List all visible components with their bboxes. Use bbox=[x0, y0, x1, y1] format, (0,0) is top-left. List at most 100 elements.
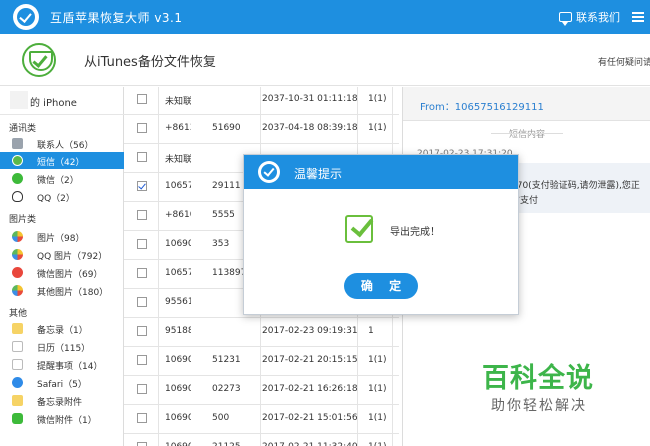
table-row[interactable]: 10690 51231 2017-02-21 20:15:15 1(1) bbox=[124, 347, 399, 376]
sidebar-item-label: 微信附件（1） bbox=[37, 416, 97, 426]
qq-photos-icon bbox=[12, 249, 23, 260]
row-checkbox[interactable] bbox=[137, 123, 147, 133]
sidebar-item-label: 备忘录（1） bbox=[37, 326, 88, 336]
sender-number: 10690 bbox=[165, 384, 191, 394]
sidebar-item-qq-photos[interactable]: QQ 图片（792） bbox=[0, 246, 124, 263]
photos-icon bbox=[12, 231, 23, 242]
sidebar-item-calendar[interactable]: 日历（115） bbox=[0, 338, 124, 355]
menu-icon[interactable] bbox=[632, 12, 644, 22]
message-count: 1(1) bbox=[368, 442, 386, 446]
chat-icon bbox=[559, 12, 572, 26]
sidebar-item-label: 图片（98） bbox=[37, 234, 85, 244]
sidebar-item-other-photos[interactable]: 其他图片（180） bbox=[0, 282, 124, 299]
sidebar-item-label: 提醒事项（14） bbox=[37, 362, 103, 372]
row-checkbox[interactable] bbox=[137, 181, 147, 191]
sender-number: 10690 bbox=[165, 442, 191, 446]
sidebar-item-notes-attachments[interactable]: 备忘录附件 bbox=[0, 392, 124, 409]
sender-number-tail: 51231 bbox=[212, 355, 241, 365]
dialog-header: 温馨提示 bbox=[244, 155, 518, 189]
message-date: 2037-10-31 01:11:18 bbox=[262, 94, 358, 104]
sidebar-item-label: QQ（2） bbox=[37, 194, 75, 204]
message-count: 1(1) bbox=[368, 384, 387, 394]
row-checkbox[interactable] bbox=[137, 210, 147, 220]
page-title: 从iTunes备份文件恢复 bbox=[84, 55, 216, 70]
sidebar-item-safari[interactable]: Safari（5） bbox=[0, 374, 124, 391]
section-label: 短信内容 bbox=[403, 127, 650, 141]
dialog-message: 导出完成！ bbox=[390, 227, 440, 238]
device-name: 的 iPhone bbox=[30, 98, 77, 109]
message-count: 1(1) bbox=[368, 355, 387, 365]
sidebar-item-wechat-attachments[interactable]: 微信附件（1） bbox=[0, 410, 124, 427]
message-count: 1(1) bbox=[368, 123, 387, 133]
row-checkbox[interactable] bbox=[137, 239, 147, 249]
ok-button[interactable]: 确 定 bbox=[344, 273, 418, 299]
message-count: 1(1) bbox=[368, 94, 387, 104]
wechat-photos-icon bbox=[12, 267, 23, 278]
sidebar-item-label: 联系人（56） bbox=[37, 141, 94, 151]
other-photos-icon bbox=[12, 285, 23, 296]
sidebar-item-label: Safari（5） bbox=[37, 380, 87, 390]
sidebar-item-notes[interactable]: 备忘录（1） bbox=[0, 320, 124, 337]
sidebar-item-contacts[interactable]: 联系人（56） bbox=[0, 135, 124, 152]
table-row[interactable]: 10690 02273 2017-02-21 16:26:18 1(1) bbox=[124, 376, 399, 405]
wechat-attachment-icon bbox=[12, 413, 23, 424]
row-checkbox[interactable] bbox=[137, 268, 147, 278]
sidebar-item-qq[interactable]: QQ（2） bbox=[0, 188, 124, 205]
sender-number: 10690 bbox=[165, 239, 191, 249]
table-row[interactable]: 10690 500 2017-02-21 15:01:56 1(1) bbox=[124, 405, 399, 434]
row-checkbox[interactable] bbox=[137, 94, 147, 104]
sender-number: 10690 bbox=[165, 413, 191, 423]
sender-number: +8613 bbox=[165, 123, 191, 133]
shield-check-icon bbox=[22, 43, 56, 77]
row-checkbox[interactable] bbox=[137, 355, 147, 365]
title-bar: 互盾苹果恢复大师 v3.1 联系我们 bbox=[0, 0, 650, 34]
sidebar-item-sms[interactable]: 短信（42） bbox=[0, 152, 124, 169]
wechat-icon bbox=[12, 173, 23, 184]
notes-icon bbox=[12, 323, 23, 334]
sender-number-tail: 500 bbox=[212, 413, 230, 423]
safari-icon bbox=[12, 377, 23, 388]
row-checkbox[interactable] bbox=[137, 326, 147, 336]
watermark-subtitle: 助你轻松解决 bbox=[491, 398, 587, 414]
sidebar-item-wechat[interactable]: 微信（2） bbox=[0, 170, 124, 187]
sender-number-tail: 51690 bbox=[212, 123, 241, 133]
sender-number-tail: 21125 bbox=[212, 442, 262, 446]
row-checkbox[interactable] bbox=[137, 384, 147, 394]
reminders-icon bbox=[12, 359, 23, 370]
app-logo-icon bbox=[258, 161, 280, 183]
export-complete-dialog: 温馨提示 导出完成！ 确 定 bbox=[243, 154, 519, 315]
sidebar-item-label: QQ 图片（792） bbox=[37, 252, 108, 262]
row-checkbox[interactable] bbox=[137, 152, 147, 162]
help-link[interactable]: 有任何疑问请 bbox=[598, 55, 650, 68]
check-icon bbox=[345, 215, 373, 243]
message-date: 2017-02-21 16:26:18 bbox=[262, 384, 358, 394]
sidebar-item-wechat-photos[interactable]: 微信图片（69） bbox=[0, 264, 124, 281]
notes-attachment-icon bbox=[12, 395, 23, 406]
category-images: 图片类 bbox=[9, 215, 37, 225]
row-checkbox[interactable] bbox=[137, 442, 147, 446]
sidebar-item-photos[interactable]: 图片（98） bbox=[0, 228, 124, 245]
sidebar-item-label: 短信（42） bbox=[37, 158, 85, 168]
qq-icon bbox=[12, 191, 23, 202]
table-row[interactable]: +8613 51690 2037-04-18 08:39:18 1(1) bbox=[124, 115, 399, 144]
message-date: 2037-04-18 08:39:18 bbox=[262, 123, 358, 133]
row-checkbox[interactable] bbox=[137, 413, 147, 423]
category-communication: 通讯类 bbox=[9, 124, 37, 134]
category-other: 其他 bbox=[9, 309, 28, 319]
dialog-title: 温馨提示 bbox=[294, 167, 343, 181]
sidebar-item-label: 日历（115） bbox=[37, 344, 91, 354]
sidebar-item-label: 其他图片（180） bbox=[37, 288, 109, 298]
contact-us-button[interactable]: 联系我们 bbox=[559, 9, 620, 26]
sender-number: 未知联 bbox=[165, 155, 191, 165]
sender-number: 95188 bbox=[165, 326, 191, 336]
table-row[interactable]: 95188 2017-02-23 09:19:31 1 bbox=[124, 318, 399, 347]
message-count: 1(1) bbox=[368, 413, 387, 423]
device-item[interactable]: 的 iPhone bbox=[0, 87, 124, 115]
sidebar-item-reminders[interactable]: 提醒事项（14） bbox=[0, 356, 124, 373]
sms-icon bbox=[12, 155, 23, 166]
sender-number: 10690 bbox=[165, 355, 191, 365]
sidebar-item-label: 微信（2） bbox=[37, 176, 79, 186]
row-checkbox[interactable] bbox=[137, 297, 147, 307]
table-row[interactable]: 未知联 2037-10-31 01:11:18 1(1) bbox=[124, 86, 399, 115]
table-row[interactable]: 10690 211252017-02-21 11:32:40 1(1) bbox=[124, 434, 399, 446]
